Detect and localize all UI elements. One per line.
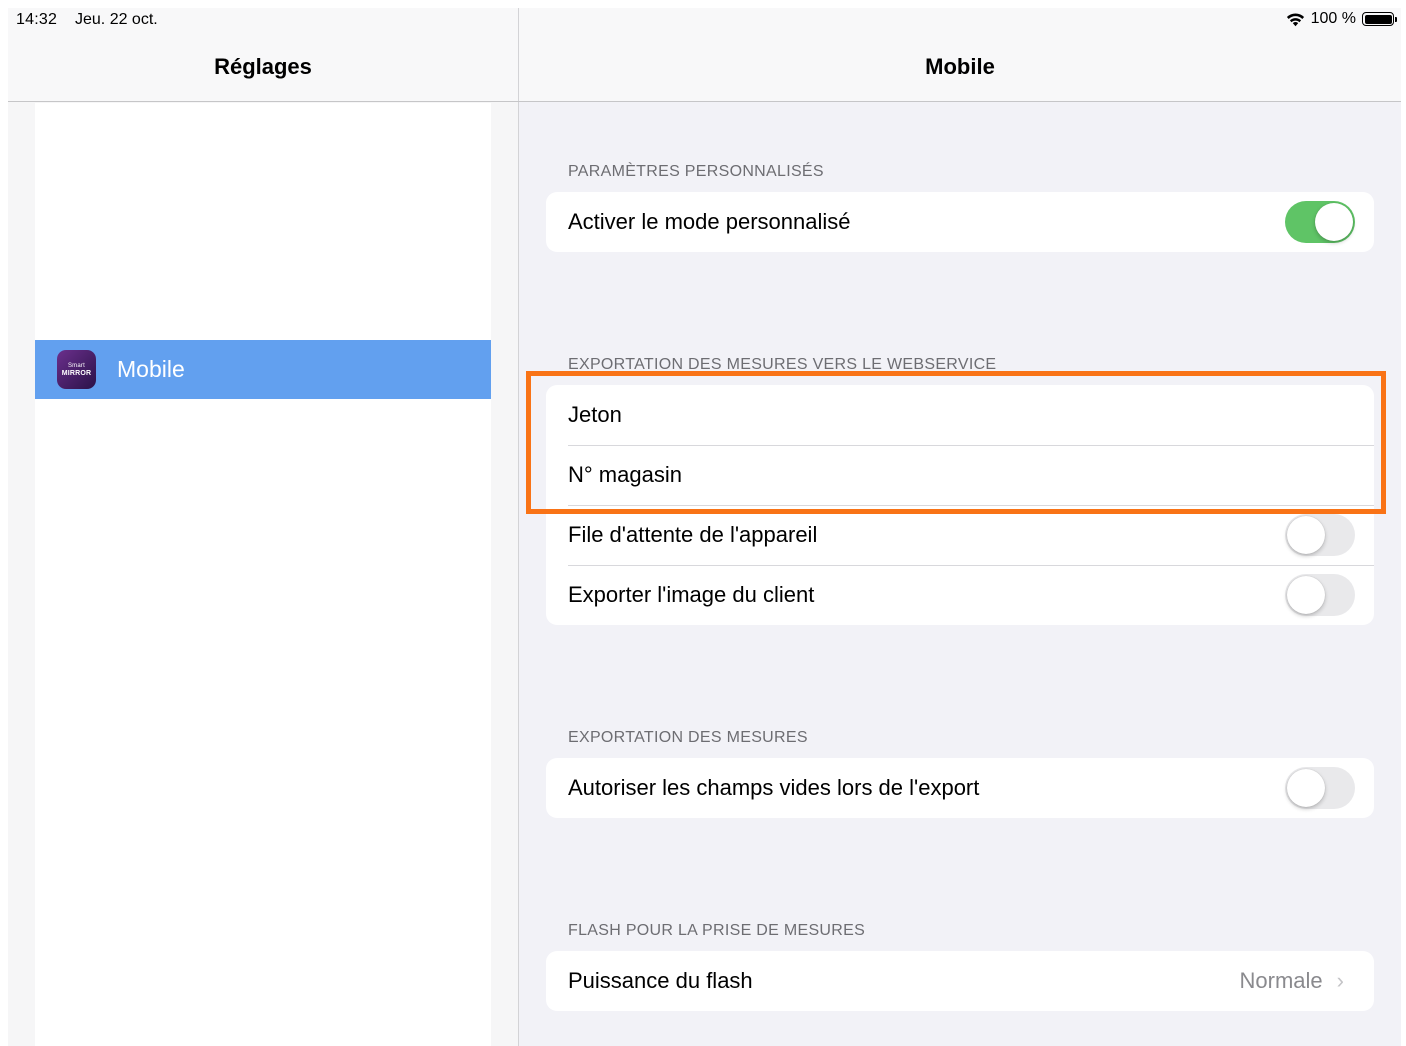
wifi-icon	[1286, 12, 1305, 27]
row-flash-power[interactable]: Puissance du flash Normale ›	[546, 951, 1374, 1011]
toggle-knob	[1287, 576, 1325, 614]
group-measures-export: Autoriser les champs vides lors de l'exp…	[546, 758, 1374, 818]
row-label: Activer le mode personnalisé	[568, 209, 851, 234]
status-time: 14:32	[16, 11, 58, 28]
row-label: Jeton	[568, 402, 622, 427]
page-title: Mobile	[925, 54, 995, 79]
device-queue-toggle[interactable]	[1285, 514, 1355, 556]
custom-mode-toggle[interactable]	[1285, 201, 1355, 243]
row-export-client-image[interactable]: Exporter l'image du client	[546, 565, 1374, 625]
row-label: Puissance du flash	[568, 968, 753, 993]
group-flash: Puissance du flash Normale ›	[546, 951, 1374, 1011]
row-store-number[interactable]: N° magasin	[546, 445, 1374, 505]
group-custom-settings: Activer le mode personnalisé	[546, 192, 1374, 252]
row-label: File d'attente de l'appareil	[568, 522, 818, 547]
sidebar-item-label: Mobile	[117, 356, 185, 382]
section-header-measures-export: EXPORTATION DES MESURES	[568, 729, 808, 746]
section-header-custom-settings: PARAMÈTRES PERSONNALISÉS	[568, 163, 824, 180]
row-token[interactable]: Jeton	[546, 385, 1374, 445]
battery-percentage: 100 %	[1310, 10, 1356, 27]
section-header-flash: FLASH POUR LA PRISE DE MESURES	[568, 922, 866, 939]
export-client-image-toggle[interactable]	[1285, 574, 1355, 616]
sidebar-item-mobile[interactable]: Smart MIRROR Mobile	[35, 340, 491, 399]
toggle-knob	[1287, 769, 1325, 807]
sidebar-pane	[8, 8, 518, 1046]
toggle-knob	[1287, 516, 1325, 554]
app-icon-text-top: Smart	[67, 362, 85, 369]
flash-power-value: Normale	[1239, 968, 1323, 993]
smart-mirror-app-icon: Smart MIRROR	[57, 350, 96, 389]
pane-divider	[518, 8, 519, 1046]
toggle-knob	[1315, 203, 1353, 241]
chevron-right-icon: ›	[1336, 968, 1344, 993]
sidebar-title: Réglages	[214, 54, 312, 79]
settings-screen: 14:32 Jeu. 22 oct. 100 % Réglages Mobile…	[0, 0, 1406, 1046]
battery-fill	[1364, 14, 1392, 24]
battery-cap	[1395, 17, 1397, 22]
status-indicators: 100 %	[1286, 10, 1397, 28]
row-device-queue[interactable]: File d'attente de l'appareil	[546, 505, 1374, 565]
row-label: Autoriser les champs vides lors de l'exp…	[568, 775, 980, 800]
row-allow-empty-fields[interactable]: Autoriser les champs vides lors de l'exp…	[546, 758, 1374, 818]
app-icon-text-bottom: MIRROR	[61, 369, 92, 377]
status-date: Jeu. 22 oct.	[75, 11, 158, 28]
row-label: Exporter l'image du client	[568, 582, 815, 607]
navigation-bar-separator	[8, 101, 1401, 102]
flash-power-value-container: Normale ›	[1240, 968, 1344, 994]
sidebar-list	[35, 103, 491, 1046]
section-header-webservice-export: EXPORTATION DES MESURES VERS LE WEBSERVI…	[568, 356, 997, 373]
row-custom-mode[interactable]: Activer le mode personnalisé	[546, 192, 1374, 252]
row-label: N° magasin	[568, 462, 682, 487]
battery-icon	[1362, 12, 1397, 26]
group-webservice-export: Jeton N° magasin File d'attente de l'app…	[546, 385, 1374, 625]
allow-empty-fields-toggle[interactable]	[1285, 767, 1355, 809]
